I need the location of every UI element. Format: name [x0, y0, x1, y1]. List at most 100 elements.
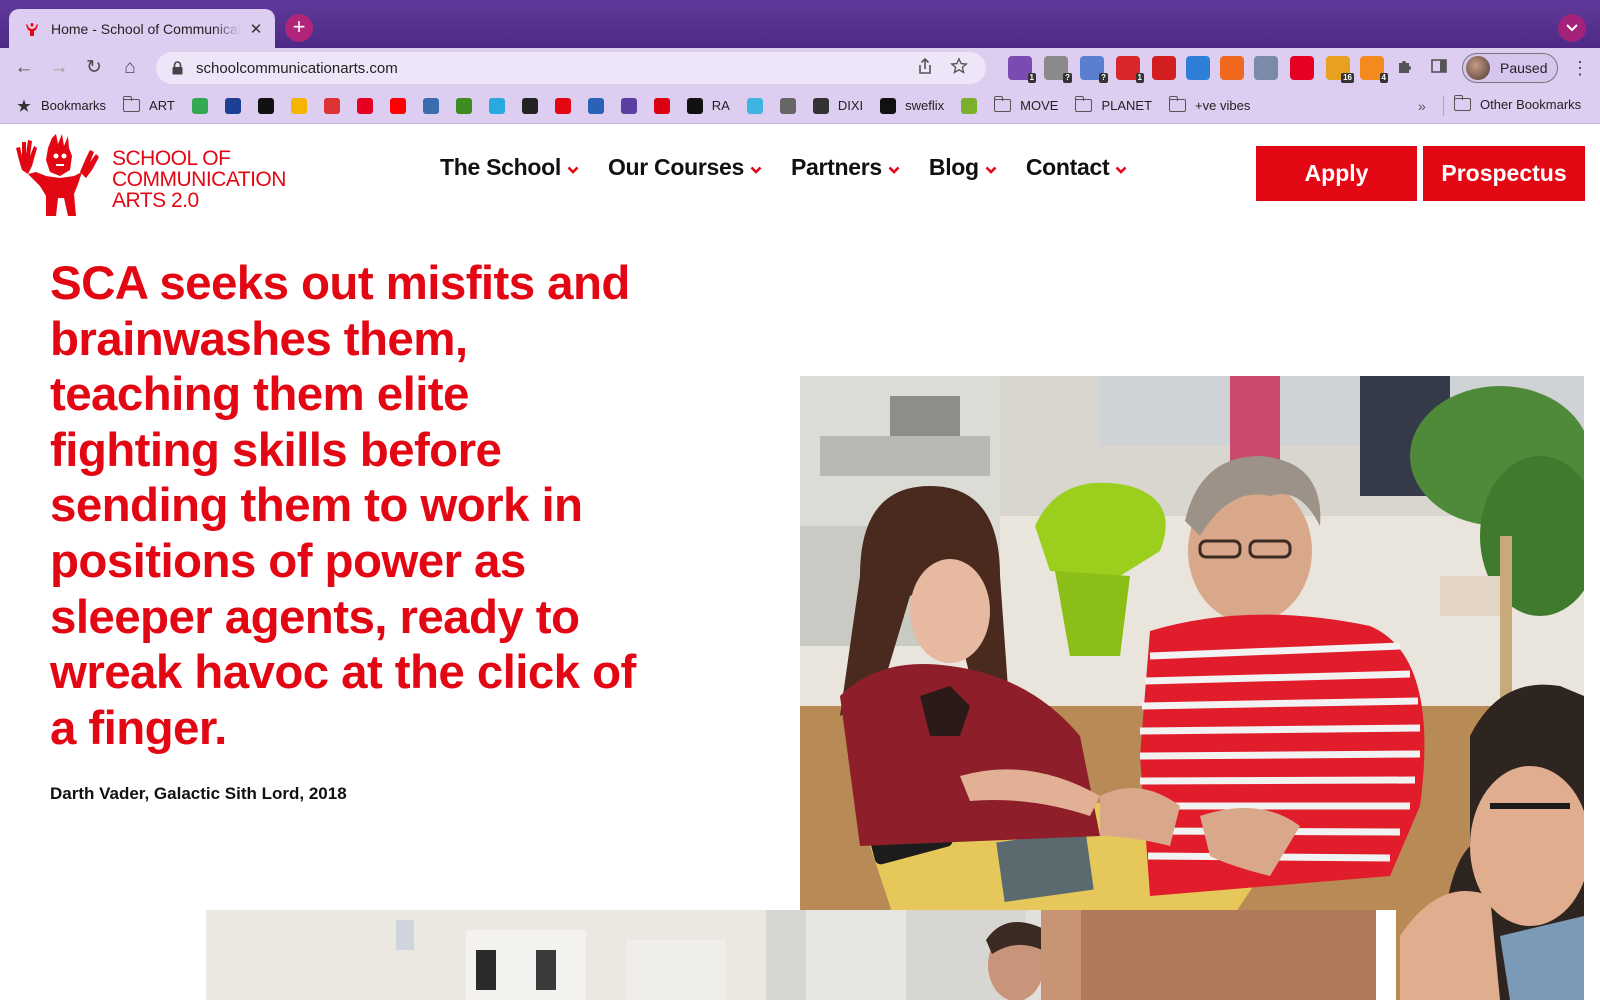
bookmark-move[interactable]: MOVE — [993, 96, 1059, 113]
main-navigation: The School Our Courses Partners Blog Con… — [440, 154, 1156, 181]
other-bookmarks-folder[interactable]: Other Bookmarks — [1453, 95, 1582, 112]
bookmark-o[interactable] — [290, 97, 307, 114]
hero-quote: SCA seeks out misfits and brainwashes th… — [50, 257, 636, 755]
nav-item-label: The School — [440, 154, 561, 180]
feed-extension-icon[interactable]: 4 — [1360, 56, 1388, 83]
bookmark-bbc[interactable] — [521, 97, 538, 114]
bookmark-planet[interactable]: PLANET — [1074, 96, 1152, 113]
fire-extension-icon[interactable] — [1220, 56, 1244, 80]
extensions-puzzle-icon[interactable] — [1394, 57, 1416, 79]
bookmark-star-icon[interactable] — [948, 57, 970, 79]
youtube-icon — [389, 97, 406, 114]
bookmark-art[interactable]: ART — [122, 96, 175, 113]
honey-extension-icon[interactable]: 16 — [1326, 56, 1354, 83]
ublock-extension-icon[interactable] — [1152, 56, 1176, 80]
side-panel-icon[interactable] — [1428, 57, 1450, 79]
secondary-photo — [206, 910, 1396, 1000]
other-bookmarks-label: Other Bookmarks — [1480, 97, 1582, 112]
bookmark-gym[interactable] — [746, 97, 763, 114]
bookmark-m[interactable] — [779, 97, 796, 114]
bookmark-fifteen[interactable] — [323, 97, 340, 114]
bookmark-bookmarks[interactable]: ★ Bookmarks — [16, 97, 106, 115]
gmail-extension-icon[interactable]: ? — [1044, 56, 1072, 83]
browser-menu-icon[interactable]: ⋮ — [1570, 56, 1590, 80]
apply-button[interactable]: Apply — [1256, 146, 1417, 201]
star-icon: ★ — [17, 97, 31, 115]
bookmark--ve-vibes[interactable]: +ve vibes — [1168, 96, 1250, 113]
globe-icon — [812, 97, 829, 114]
nav-item-label: Our Courses — [607, 154, 744, 180]
hero-photo — [800, 376, 1584, 1000]
folder-icon — [1168, 96, 1187, 112]
hsbc-icon — [653, 97, 670, 114]
browser-tab-active[interactable]: Home - School of Communication Arts 2.0 … — [9, 9, 275, 48]
bookmark-tfl[interactable] — [224, 97, 241, 114]
nav-item-label: Blog — [928, 154, 979, 180]
nav-item-contact[interactable]: Contact — [1026, 154, 1128, 181]
logo-text-line-3: ARTS 2.0 — [112, 189, 199, 212]
more-bookmarks-chevron-icon[interactable]: » — [1418, 98, 1426, 114]
address-bar[interactable]: schoolcommunicationarts.com — [156, 52, 986, 84]
t-icon — [554, 97, 571, 114]
home-button[interactable]: ⌂ — [116, 54, 144, 82]
tab-search-button[interactable] — [1558, 14, 1586, 42]
sca-figure-icon — [16, 134, 99, 216]
bookmark-pinterest[interactable] — [356, 97, 373, 114]
lock-icon — [170, 60, 184, 76]
bookmark-stripes[interactable] — [961, 97, 978, 114]
tv-icon — [488, 97, 505, 114]
green-square-icon — [455, 97, 472, 114]
bookmark-sweflix[interactable]: sweflix — [880, 97, 944, 114]
bookmark-t[interactable] — [554, 97, 571, 114]
browser-toolbar: ← → ↻ ⌂ schoolcommunicationarts.com 1?? 1… — [0, 48, 1600, 88]
folder-icon — [993, 96, 1012, 112]
extension-badge: 16 — [1341, 73, 1354, 83]
chevron-down-icon — [985, 166, 997, 174]
bbc-icon — [521, 97, 538, 114]
pinterest-icon — [356, 97, 373, 114]
window-extension-icon[interactable] — [1186, 56, 1210, 80]
profile-status: Paused — [1500, 60, 1548, 76]
bookmark-green-square[interactable] — [455, 97, 472, 114]
close-tab-icon[interactable]: ✕ — [247, 20, 265, 38]
extension-badge: ? — [1063, 73, 1072, 83]
bookmark-youtube[interactable] — [389, 97, 406, 114]
site-logo[interactable]: SCHOOL OF COMMUNICATION ARTS 2.0 — [16, 132, 286, 216]
extension-1-icon[interactable]: 1 — [1008, 56, 1036, 83]
bookmark-hsbc[interactable] — [653, 97, 670, 114]
profile-button[interactable]: Paused — [1462, 53, 1558, 83]
s-icon — [880, 97, 897, 114]
dropbox-extension-icon[interactable] — [1254, 56, 1278, 80]
ebay-extension-icon[interactable]: ? — [1080, 56, 1108, 83]
extension-badge: 1 — [1135, 73, 1144, 83]
bookmarks-bar: ★ Bookmarks ART RA DIXI sweflix MOVE PLANET +ve … — [0, 88, 1600, 124]
tab-title: Home - School of Communication Arts 2.0 — [51, 20, 241, 37]
folder-icon — [1453, 95, 1471, 111]
o-icon — [290, 97, 307, 114]
share-icon[interactable] — [914, 57, 936, 79]
nav-item-the-school[interactable]: The School — [440, 154, 579, 181]
bookmark-film[interactable] — [422, 97, 439, 114]
bookmark-label: MOVE — [1020, 98, 1059, 113]
bookmark-h[interactable] — [257, 97, 274, 114]
adblock-extension-icon[interactable]: 1 — [1116, 56, 1144, 83]
bookmark-dixi[interactable]: DIXI — [812, 97, 863, 114]
nav-item-blog[interactable]: Blog — [929, 154, 997, 181]
new-tab-button[interactable]: + — [285, 14, 313, 42]
bookmark-ra[interactable]: RA — [686, 97, 730, 114]
bookmark-globe-blue[interactable] — [587, 97, 604, 114]
nav-item-label: Partners — [790, 154, 882, 180]
reload-button[interactable]: ↻ — [80, 54, 108, 82]
nav-item-partners[interactable]: Partners — [791, 154, 900, 181]
bookmark-c[interactable] — [620, 97, 637, 114]
back-button[interactable]: ← — [10, 54, 38, 82]
nav-item-our-courses[interactable]: Our Courses — [608, 154, 762, 181]
bookmark-maps[interactable] — [191, 97, 208, 114]
sca-favicon-icon — [23, 20, 41, 38]
logo-text-line-2: COMMUNICATION — [112, 168, 286, 191]
forward-button[interactable]: → — [45, 54, 73, 82]
bookmark-tv[interactable] — [488, 97, 505, 114]
film-icon — [422, 97, 439, 114]
prospectus-button[interactable]: Prospectus — [1423, 146, 1585, 201]
pinterest-extension-icon[interactable] — [1290, 56, 1314, 80]
